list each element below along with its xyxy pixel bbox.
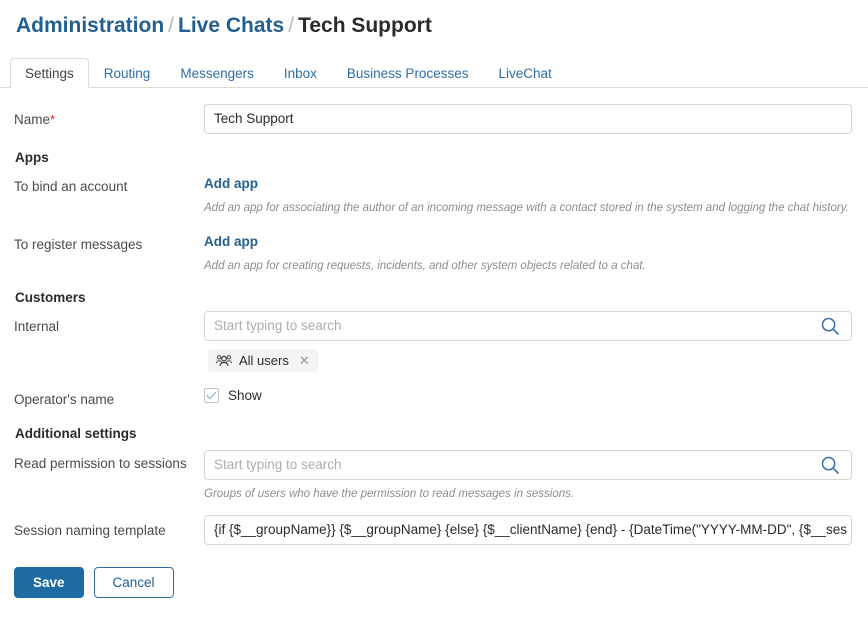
internal-field: Start typing to search All users ✕ (204, 311, 854, 372)
read-permission-label: Read permission to sessions (14, 456, 187, 471)
tab-bar: Settings Routing Messengers Inbox Business P… (0, 58, 868, 88)
bind-account-help-text: Add an app for associating the author of… (204, 202, 849, 214)
field-row-bind-account: To bind an account Add app Add an app fo… (14, 171, 854, 216)
breadcrumb-separator: / (288, 14, 295, 37)
name-label: Name* (14, 112, 56, 127)
session-template-label: Session naming template (14, 523, 166, 538)
register-messages-field: Add app Add an app for creating requests… (204, 229, 854, 274)
internal-search-input[interactable]: Start typing to search (204, 311, 852, 341)
session-template-field: {if {$__groupName}} {$__groupName} {else… (204, 515, 854, 545)
internal-label: Internal (14, 319, 60, 334)
read-permission-field: Start typing to search Groups of users w… (204, 450, 854, 502)
field-row-internal: Internal Start typing to search All user… (14, 311, 854, 372)
settings-form: Name* Tech Support Apps To bind an accou… (0, 104, 868, 545)
tab-settings[interactable]: Settings (10, 58, 89, 88)
cancel-button[interactable]: Cancel (93, 567, 174, 598)
session-template-input[interactable]: {if {$__groupName}} {$__groupName} {else… (204, 515, 852, 545)
close-icon[interactable]: ✕ (299, 354, 310, 367)
tab-messengers[interactable]: Messengers (165, 58, 269, 88)
chip-all-users[interactable]: All users ✕ (208, 349, 318, 372)
search-icon[interactable] (820, 455, 840, 475)
add-app-link-bind-account[interactable]: Add app (204, 171, 258, 194)
save-button[interactable]: Save (14, 567, 84, 598)
breadcrumb-item-administration[interactable]: Administration (16, 14, 164, 37)
read-permission-search-input[interactable]: Start typing to search (204, 450, 852, 480)
form-actions: Save Cancel (0, 567, 868, 598)
tab-business-processes[interactable]: Business Processes (332, 58, 484, 88)
section-heading-additional-settings: Additional settings (15, 426, 137, 441)
field-row-session-template: Session naming template {if {$__groupNam… (14, 515, 854, 545)
register-messages-label: To register messages (14, 237, 143, 252)
operator-name-field: Show (204, 384, 854, 403)
field-row-read-permission: Read permission to sessions Start typing… (14, 450, 854, 502)
show-label: Show (228, 388, 262, 403)
breadcrumb: Administration / Live Chats / Tech Support (0, 0, 868, 40)
tab-livechat[interactable]: LiveChat (483, 58, 566, 88)
tab-routing[interactable]: Routing (89, 58, 166, 88)
breadcrumb-item-live-chats[interactable]: Live Chats (178, 14, 284, 37)
name-field-wrapper: Tech Support (204, 104, 854, 134)
show-operator-name-checkbox-row[interactable]: Show (204, 384, 854, 403)
add-app-link-register-messages[interactable]: Add app (204, 229, 258, 252)
users-group-icon (216, 354, 232, 367)
chip-label: All users (239, 353, 289, 368)
show-operator-name-checkbox[interactable] (204, 388, 219, 403)
operator-name-label: Operator's name (14, 392, 115, 407)
tab-inbox[interactable]: Inbox (269, 58, 332, 88)
field-row-name: Name* Tech Support (14, 104, 854, 134)
section-heading-customers: Customers (15, 290, 86, 305)
required-marker: * (50, 112, 56, 127)
field-row-register-messages: To register messages Add app Add an app … (14, 229, 854, 274)
breadcrumb-separator: / (168, 14, 175, 37)
section-heading-apps: Apps (15, 150, 49, 165)
breadcrumb-item-current: Tech Support (298, 14, 432, 37)
register-messages-help-text: Add an app for creating requests, incide… (204, 260, 646, 272)
bind-account-field: Add app Add an app for associating the a… (204, 171, 854, 216)
read-permission-help-text: Groups of users who have the permission … (204, 488, 575, 500)
name-input[interactable]: Tech Support (204, 104, 852, 134)
field-row-operator-name: Operator's name Show (14, 384, 854, 409)
check-icon (206, 391, 217, 400)
bind-account-label: To bind an account (14, 179, 128, 194)
search-icon[interactable] (820, 316, 840, 336)
